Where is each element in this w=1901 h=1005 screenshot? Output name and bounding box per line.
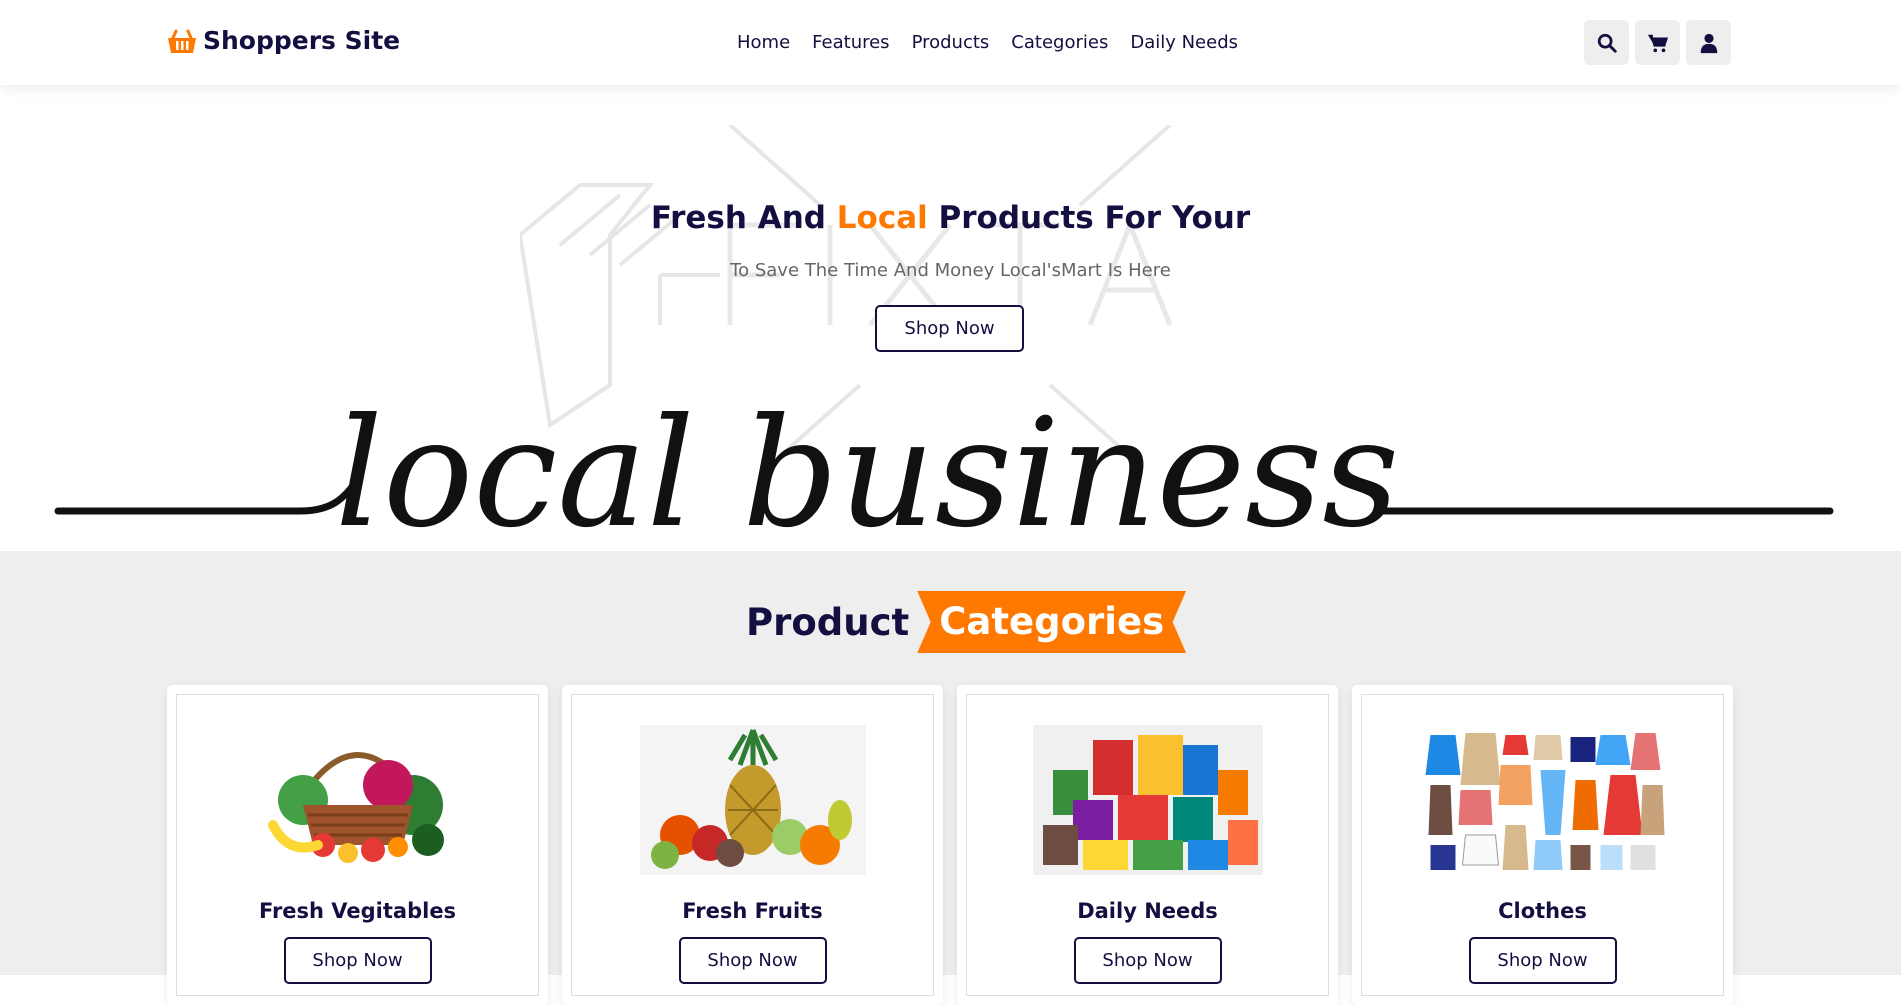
category-card: Fresh Fruits Shop Now <box>562 685 943 1005</box>
nav-daily-needs[interactable]: Daily Needs <box>1130 32 1238 53</box>
nav-home[interactable]: Home <box>737 32 790 53</box>
search-icon <box>1597 33 1617 53</box>
category-card: Fresh Vegitables Shop Now <box>167 685 548 1005</box>
hero-title-accent: Local <box>836 200 928 236</box>
local-business-script: local business <box>54 387 1834 551</box>
card-title: Daily Needs <box>1077 899 1218 923</box>
card-title: Clothes <box>1498 899 1587 923</box>
header-icons <box>1584 20 1731 65</box>
card-shop-now-button[interactable]: Shop Now <box>1468 937 1617 984</box>
site-header: Shoppers Site Home Features Products Cat… <box>0 0 1901 85</box>
category-cards: Fresh Vegitables Shop Now Fresh Fruits S… <box>167 685 1733 1005</box>
main-nav: Home Features Products Categories Daily … <box>737 32 1238 53</box>
user-button[interactable] <box>1686 20 1731 65</box>
cart-icon <box>1647 34 1668 52</box>
cart-button[interactable] <box>1635 20 1680 65</box>
section-heading: Product Categories <box>746 591 1187 653</box>
card-shop-now-button[interactable]: Shop Now <box>678 937 827 984</box>
user-icon <box>1700 33 1717 53</box>
categories-section: Product Categories Fresh Vegitables Shop… <box>0 551 1901 1005</box>
hero-title-end: Products For Your <box>927 200 1251 236</box>
category-card: Daily Needs Shop Now <box>957 685 1338 1005</box>
hero-title-start: Fresh And <box>650 200 837 236</box>
heading-badge: Categories <box>917 591 1187 653</box>
hero-shop-now-button[interactable]: Shop Now <box>875 305 1024 352</box>
logo-text: Shoppers Site <box>203 26 401 55</box>
site-logo[interactable]: Shoppers Site <box>167 26 400 55</box>
vegetables-basket-image <box>267 752 444 863</box>
card-title: Fresh Fruits <box>682 899 823 923</box>
nav-categories[interactable]: Categories <box>1011 32 1108 53</box>
script-text: local business <box>335 387 1399 551</box>
fruits-image <box>639 725 866 875</box>
clothes-image <box>1425 733 1664 870</box>
hero-title: Fresh And Local Products For Your <box>0 200 1901 236</box>
nav-features[interactable]: Features <box>812 32 889 53</box>
card-shop-now-button[interactable]: Shop Now <box>283 937 432 984</box>
heading-plain: Product <box>746 600 910 644</box>
hero-subtitle: To Save The Time And Money Local'sMart I… <box>730 260 1171 281</box>
search-button[interactable] <box>1584 20 1629 65</box>
hero-section: Fresh And Local Products For Your To Sav… <box>0 85 1901 551</box>
basket-icon <box>168 29 196 53</box>
card-shop-now-button[interactable]: Shop Now <box>1073 937 1222 984</box>
category-card: Clothes Shop Now <box>1352 685 1733 1005</box>
daily-needs-image <box>1032 725 1263 875</box>
card-title: Fresh Vegitables <box>258 899 457 923</box>
nav-products[interactable]: Products <box>912 32 990 53</box>
